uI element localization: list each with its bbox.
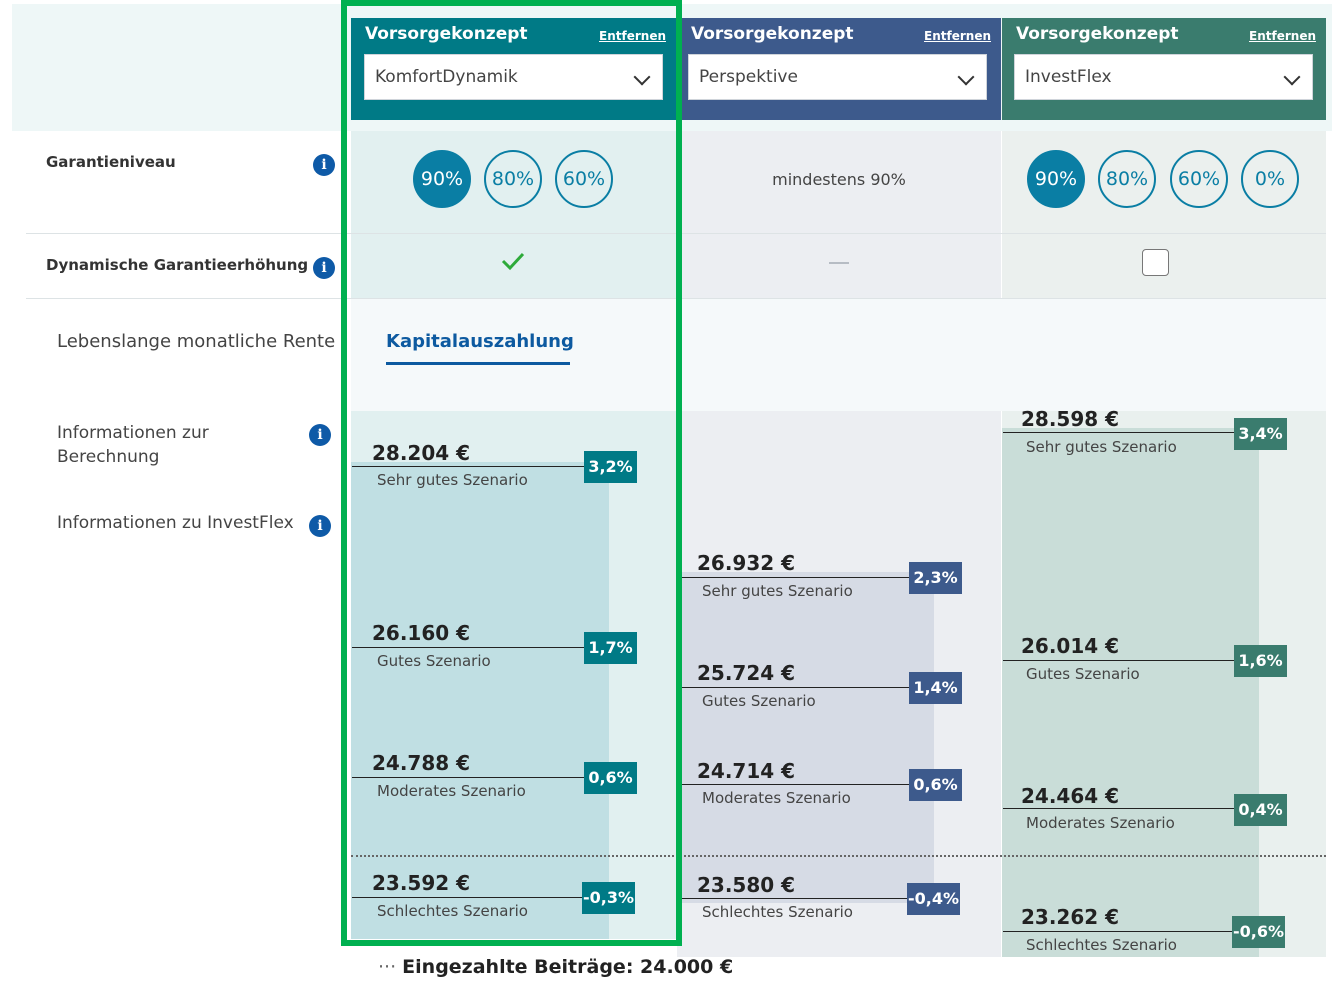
scenario-label: Gutes Szenario <box>377 652 491 670</box>
scenario-label: Moderates Szenario <box>1026 814 1175 832</box>
scenario-amount: 25.724 € <box>697 661 796 685</box>
info-icon[interactable]: i <box>309 424 331 446</box>
row-label-dynamische: Dynamische Garantieerhöhung <box>46 256 309 274</box>
scenario-amount: 23.262 € <box>1021 905 1120 929</box>
chevron-down-icon <box>957 68 975 86</box>
row-label-garantieniveau: Garantieniveau <box>46 153 176 171</box>
scenario-label: Sehr gutes Szenario <box>702 582 853 600</box>
product-select-value: KomfortDynamik <box>375 67 518 87</box>
garantie-option-80[interactable]: 80% <box>1098 150 1156 208</box>
scenario-line <box>678 784 909 785</box>
scenario-rate-badge: -0,6% <box>1232 916 1285 948</box>
remove-link[interactable]: Entfernen <box>1249 29 1316 43</box>
info-berechnung-line2[interactable]: Berechnung <box>57 447 159 467</box>
scenario-rate-badge: 3,4% <box>1234 418 1287 450</box>
product-select[interactable]: Perspektive <box>688 54 987 100</box>
paid-contributions-line <box>351 855 1326 857</box>
column-title: Vorsorgekonzept <box>365 24 528 44</box>
product-select[interactable]: KomfortDynamik <box>364 54 663 100</box>
dash-icon <box>829 262 849 264</box>
scenario-rate-badge: 0,6% <box>909 769 962 801</box>
paid-contributions-text: Eingezahlte Beiträge: 24.000 € <box>402 956 734 978</box>
scenario-line <box>1003 931 1232 932</box>
komfort-scenario-band <box>351 462 609 939</box>
info-investflex-link[interactable]: Informationen zu InvestFlex <box>57 513 294 533</box>
scenario-amount: 23.592 € <box>372 871 471 895</box>
scenario-label: Schlechtes Szenario <box>702 903 853 921</box>
scenario-amount: 23.580 € <box>697 873 796 897</box>
garantie-option-90[interactable]: 90% <box>1027 150 1085 208</box>
paid-contributions-legend: ··· Eingezahlte Beiträge: 24.000 € <box>378 956 733 978</box>
scenario-label: Moderates Szenario <box>377 782 526 800</box>
info-icon[interactable]: i <box>313 257 335 279</box>
scenario-rate-badge: 1,6% <box>1234 645 1287 677</box>
scenario-rate-badge: 1,4% <box>909 672 962 704</box>
chevron-down-icon <box>1283 68 1301 86</box>
scenario-amount: 26.014 € <box>1021 634 1120 658</box>
scenario-line <box>678 898 907 899</box>
scenario-rate-badge: 0,6% <box>584 762 637 794</box>
column-title: Vorsorgekonzept <box>691 24 854 44</box>
scenario-line <box>1003 660 1234 661</box>
scenario-rate-badge: 3,2% <box>584 451 637 483</box>
garantie-option-90[interactable]: 90% <box>413 150 471 208</box>
scenario-line <box>678 687 909 688</box>
perspektive-row-bg <box>677 131 1001 299</box>
investflex-scenario-band <box>1002 428 1259 957</box>
check-icon <box>501 252 525 271</box>
product-select-value: InvestFlex <box>1025 67 1112 87</box>
column-header-komfortdynamik: Vorsorgekonzept Entfernen KomfortDynamik <box>351 18 676 120</box>
row-divider <box>26 233 1326 234</box>
scenario-line <box>1003 432 1234 433</box>
remove-link[interactable]: Entfernen <box>924 29 991 43</box>
garantie-option-80[interactable]: 80% <box>484 150 542 208</box>
column-header-perspektive: Vorsorgekonzept Entfernen Perspektive <box>677 18 1001 120</box>
scenario-amount: 24.714 € <box>697 759 796 783</box>
tab-kapital-underline <box>386 362 570 365</box>
scenario-line <box>352 897 582 898</box>
product-select[interactable]: InvestFlex <box>1014 54 1313 100</box>
scenario-label: Schlechtes Szenario <box>377 902 528 920</box>
scenario-amount: 26.160 € <box>372 621 471 645</box>
column-header-investflex: Vorsorgekonzept Entfernen InvestFlex <box>1002 18 1326 120</box>
dotted-line-marker: ··· <box>378 956 397 978</box>
scenario-label: Schlechtes Szenario <box>1026 936 1177 954</box>
garantie-option-60[interactable]: 60% <box>1170 150 1228 208</box>
info-icon[interactable]: i <box>313 154 335 176</box>
scenario-amount: 24.464 € <box>1021 784 1120 808</box>
tab-rente[interactable]: Lebenslange monatliche Rente <box>57 331 342 352</box>
scenario-label: Gutes Szenario <box>1026 665 1140 683</box>
scenario-line <box>352 647 584 648</box>
scenario-rate-badge: 2,3% <box>909 562 962 594</box>
scenario-rate-badge: -0,3% <box>582 882 635 914</box>
scenario-amount: 26.932 € <box>697 551 796 575</box>
remove-link[interactable]: Entfernen <box>599 29 666 43</box>
scenario-label: Gutes Szenario <box>702 692 816 710</box>
scenario-line <box>352 466 584 467</box>
scenario-label: Sehr gutes Szenario <box>377 471 528 489</box>
chevron-down-icon <box>633 68 651 86</box>
scenario-label: Sehr gutes Szenario <box>1026 438 1177 456</box>
column-title: Vorsorgekonzept <box>1016 24 1179 44</box>
garantie-option-60[interactable]: 60% <box>555 150 613 208</box>
scenario-amount: 28.204 € <box>372 441 471 465</box>
scenario-rate-badge: 1,7% <box>584 632 637 664</box>
scenario-rate-badge: -0,4% <box>907 883 960 915</box>
scenario-amount: 24.788 € <box>372 751 471 775</box>
perspektive-scenario-band <box>677 572 934 903</box>
scenario-label: Moderates Szenario <box>702 789 851 807</box>
dynamische-checkbox[interactable] <box>1142 249 1169 276</box>
scenario-line <box>678 577 909 578</box>
scenario-rate-badge: 0,4% <box>1234 794 1287 826</box>
info-berechnung-line1[interactable]: Informationen zur <box>57 423 209 443</box>
scenario-amount: 28.598 € <box>1021 407 1120 431</box>
info-icon[interactable]: i <box>309 515 331 537</box>
tabs-background <box>351 299 1326 411</box>
garantie-option-0[interactable]: 0% <box>1241 150 1299 208</box>
scenario-line <box>1003 808 1234 809</box>
tab-kapital[interactable]: Kapitalauszahlung <box>386 331 574 352</box>
product-select-value: Perspektive <box>699 67 798 87</box>
garantie-text-perspektive: mindestens 90% <box>772 170 906 189</box>
scenario-line <box>352 777 584 778</box>
